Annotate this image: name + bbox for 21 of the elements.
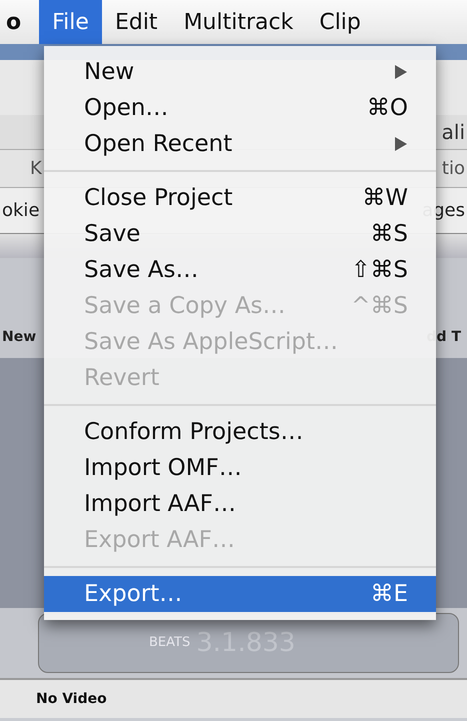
menu-item[interactable]: Open… ⌘O [44, 90, 436, 126]
menu-item[interactable]: Save As… ⇧⌘S [44, 252, 436, 288]
menu-item[interactable]: Import OMF… [44, 450, 436, 486]
menu-item[interactable]: Conform Projects… [44, 414, 436, 450]
status-text: No Video [36, 690, 107, 708]
menu-item[interactable]: Import AAF… [44, 486, 436, 522]
menu-bar-item[interactable]: Multitrack [170, 0, 306, 44]
menu-bar-item[interactable]: File [39, 0, 102, 44]
bookmark-text: tio [442, 157, 465, 181]
menu-item[interactable]: Open Recent [44, 126, 436, 162]
menu-bar-item[interactable]: o [0, 0, 40, 44]
menu-item[interactable]: Save ⌘S [44, 216, 436, 252]
tab-text: okie [2, 199, 40, 223]
toolbar-label: New [2, 328, 36, 347]
menu-bar-item[interactable]: Edit [102, 0, 171, 44]
menu-item[interactable]: Export… ⌘E [44, 576, 436, 612]
menu-bar-item[interactable]: Clip [306, 0, 374, 44]
bookmark-text: K [30, 157, 42, 181]
menu-item[interactable]: New [44, 54, 436, 90]
beats-label: BEATS [149, 634, 190, 652]
address-text: ali [442, 119, 465, 146]
